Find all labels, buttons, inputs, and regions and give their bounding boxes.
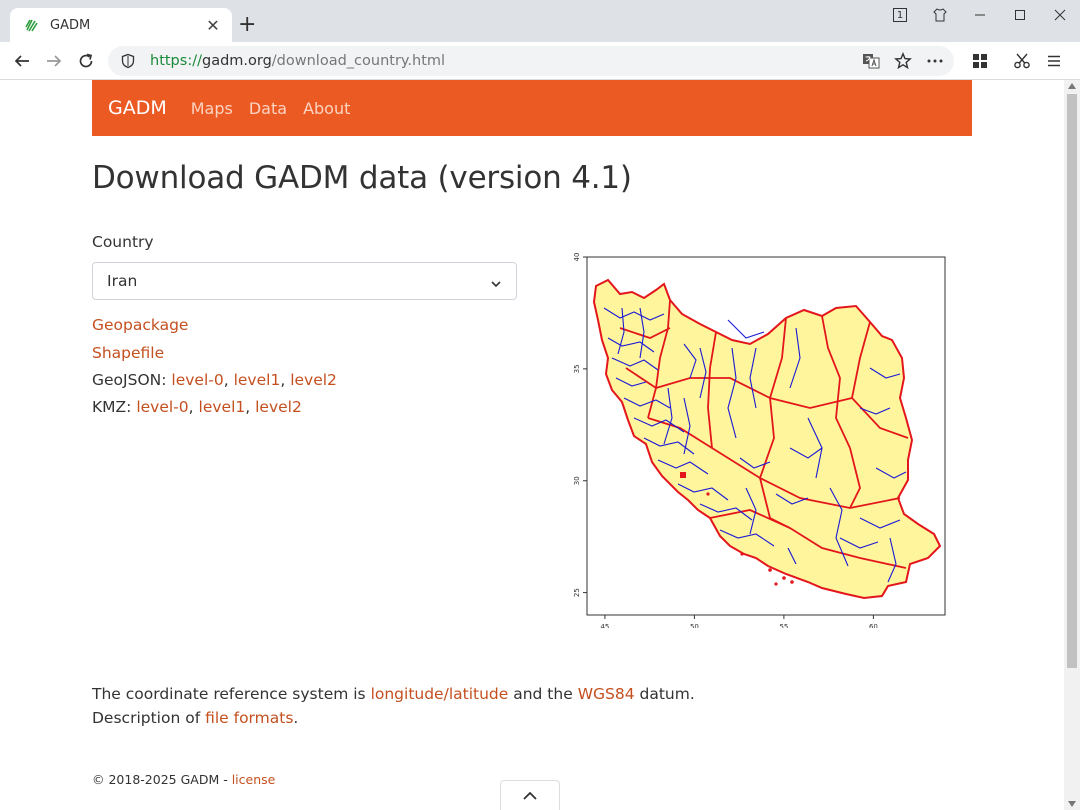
kmz-level2-link[interactable]: level2 xyxy=(255,398,302,416)
site-navbar: GADM Maps Data About xyxy=(92,80,972,136)
scroll-up-icon[interactable] xyxy=(1068,83,1076,89)
wgs84-link[interactable]: WGS84 xyxy=(578,685,635,703)
reload-icon[interactable] xyxy=(75,50,97,72)
kmz-row: KMZ: level-0, level1, level2 xyxy=(92,398,302,416)
page-scrollbar[interactable] xyxy=(1064,80,1080,810)
maximize-icon[interactable] xyxy=(1010,5,1030,25)
y-tick-label: 35 xyxy=(573,364,581,373)
shirt-icon[interactable] xyxy=(930,5,950,25)
back-icon[interactable] xyxy=(11,50,33,72)
crs-text: The coordinate reference system is longi… xyxy=(92,685,695,727)
scissors-icon[interactable] xyxy=(1011,50,1033,72)
tab-title: GADM xyxy=(50,17,91,33)
geopackage-link[interactable]: Geopackage xyxy=(92,316,188,334)
tab-strip: GADM ✕ + 1 xyxy=(0,0,1080,42)
brand-link[interactable]: GADM xyxy=(108,97,167,119)
country-select-value: Iran xyxy=(107,272,138,290)
geojson-label: GeoJSON: xyxy=(92,371,167,389)
page-title: Download GADM data (version 4.1) xyxy=(92,160,632,196)
browser-toolbar: https://gadm.org/download_country.html xyxy=(0,42,1080,80)
window-close-icon[interactable] xyxy=(1050,5,1070,25)
grid-apps-icon[interactable] xyxy=(969,50,991,72)
geojson-level1-link[interactable]: level1 xyxy=(234,371,281,389)
file-formats-link[interactable]: file formats xyxy=(205,709,293,727)
tab-close-icon[interactable]: ✕ xyxy=(204,16,222,35)
country-select[interactable]: Iran xyxy=(92,262,517,300)
geojson-row: GeoJSON: level-0, level1, level2 xyxy=(92,371,337,389)
new-tab-icon[interactable]: + xyxy=(238,14,256,36)
bookmark-star-icon[interactable] xyxy=(894,52,912,70)
x-tick-label: 45 xyxy=(600,623,609,628)
address-bar[interactable]: https://gadm.org/download_country.html xyxy=(108,46,954,76)
gadm-favicon-icon xyxy=(24,17,40,33)
geojson-level0-link[interactable]: level-0 xyxy=(171,371,223,389)
url-text[interactable]: https://gadm.org/download_country.html xyxy=(150,53,445,69)
tab-counter-icon[interactable]: 1 xyxy=(890,5,910,25)
country-map: 45 50 55 60 40 35 30 25 xyxy=(573,253,946,628)
browser-tab[interactable]: GADM ✕ xyxy=(10,8,232,42)
translate-icon[interactable] xyxy=(862,52,880,70)
geojson-level2-link[interactable]: level2 xyxy=(290,371,337,389)
scrollbar-thumb[interactable] xyxy=(1067,94,1077,668)
x-tick-label: 55 xyxy=(779,623,788,628)
country-label: Country xyxy=(92,233,154,251)
geopackage-row: Geopackage xyxy=(92,316,188,334)
nav-link-data[interactable]: Data xyxy=(249,99,287,118)
page-viewport: GADM Maps Data About Download GADM data … xyxy=(0,80,1064,810)
scroll-to-top-button[interactable] xyxy=(500,780,560,810)
tab-counter: 1 xyxy=(896,9,904,21)
license-link[interactable]: license xyxy=(232,772,276,787)
shapefile-link[interactable]: Shapefile xyxy=(92,344,164,362)
minimize-icon[interactable] xyxy=(970,5,990,25)
nav-link-maps[interactable]: Maps xyxy=(191,99,233,118)
forward-icon[interactable] xyxy=(43,50,65,72)
longitude-latitude-link[interactable]: longitude/latitude xyxy=(371,685,509,703)
menu-icon[interactable] xyxy=(1043,50,1065,72)
shield-icon[interactable] xyxy=(120,53,136,69)
chevron-up-icon xyxy=(523,791,537,800)
nav-link-about[interactable]: About xyxy=(303,99,350,118)
chevron-down-icon xyxy=(490,275,502,288)
shapefile-row: Shapefile xyxy=(92,344,164,362)
kmz-label: KMZ: xyxy=(92,398,132,416)
scroll-down-icon[interactable] xyxy=(1068,801,1076,807)
x-tick-label: 50 xyxy=(690,623,699,628)
more-icon[interactable] xyxy=(926,52,944,70)
kmz-level0-link[interactable]: level-0 xyxy=(136,398,188,416)
y-tick-label: 40 xyxy=(573,253,581,262)
footer: © 2018-2025 GADM - license xyxy=(92,772,276,787)
kmz-level1-link[interactable]: level1 xyxy=(199,398,246,416)
y-tick-label: 30 xyxy=(573,476,581,485)
x-tick-label: 60 xyxy=(869,623,878,628)
y-tick-label: 25 xyxy=(573,588,581,597)
